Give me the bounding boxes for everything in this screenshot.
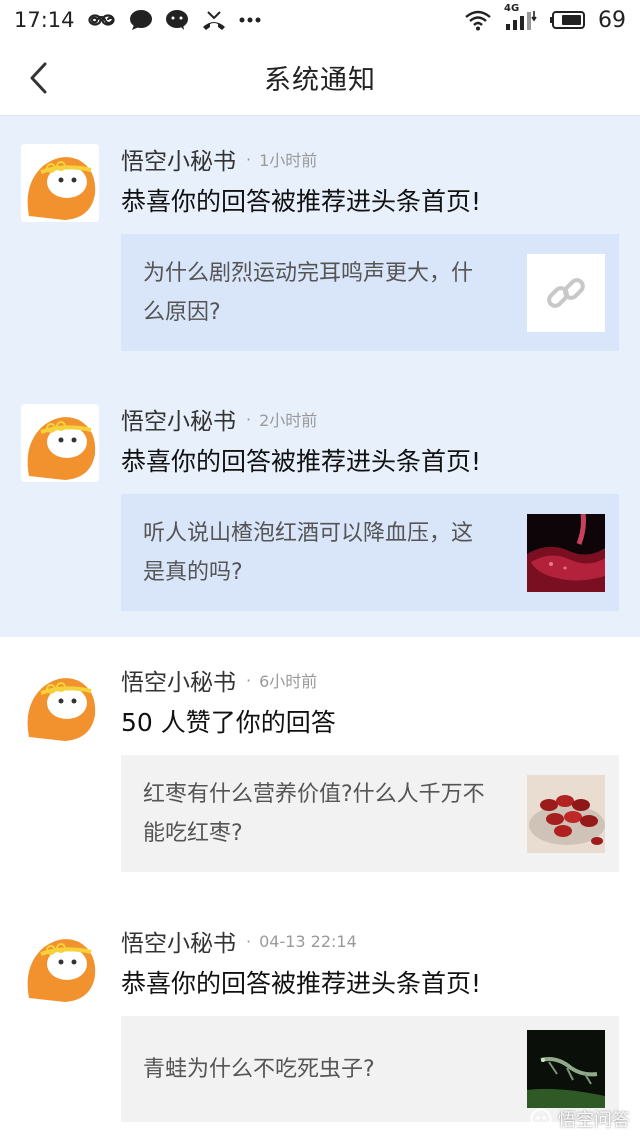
avatar[interactable]	[21, 144, 99, 222]
question-title: 为什么剧烈运动完耳鸣声更大，什么原因?	[143, 260, 474, 325]
notification-list: 悟空小秘书 · 1小时前 恭喜你的回答被推荐进头条首页! 为什么剧烈运动完耳鸣声…	[0, 116, 640, 1142]
status-bar-right: 4G 69	[464, 3, 626, 33]
question-card[interactable]: 为什么剧烈运动完耳鸣声更大，什么原因?	[121, 234, 619, 351]
page-title: 系统通知	[264, 65, 376, 96]
red-wine-photo	[527, 513, 605, 592]
battery-level: 69	[598, 7, 626, 33]
notification-headline: 恭喜你的回答被推荐进头条首页!	[121, 969, 482, 998]
monkey-mascot-icon	[21, 144, 99, 222]
link-icon	[547, 277, 585, 308]
question-card[interactable]: 红枣有什么营养价值?什么人千万不能吃红枣?	[121, 755, 619, 872]
status-bar-left: 17:14	[14, 8, 261, 32]
notification-item[interactable]: 悟空小秘书 · 1小时前 恭喜你的回答被推荐进头条首页! 为什么剧烈运动完耳鸣声…	[0, 116, 640, 376]
monkey-mascot-icon	[21, 926, 99, 1004]
watermark: 悟空问答	[530, 1106, 630, 1132]
missed-call-icon	[201, 9, 227, 31]
notification-headline: 恭喜你的回答被推荐进头条首页!	[121, 187, 482, 216]
notification-headline: 恭喜你的回答被推荐进头条首页!	[121, 447, 482, 476]
status-bar: 17:14 4G 69	[0, 0, 640, 40]
meta-separator: ·	[246, 409, 252, 429]
infinity-icon	[87, 12, 117, 28]
timestamp: 6小时前	[259, 672, 318, 691]
meta-separator: ·	[246, 670, 252, 690]
notification-item[interactable]: 悟空小秘书 · 2小时前 恭喜你的回答被推荐进头条首页! 听人说山楂泡红酒可以降…	[0, 376, 640, 637]
sender-name: 悟空小秘书	[121, 931, 236, 957]
sender-name: 悟空小秘书	[121, 670, 236, 696]
sender-name: 悟空小秘书	[121, 149, 236, 175]
meta-separator: ·	[246, 149, 252, 169]
timestamp: 04-13 22:14	[259, 931, 357, 951]
monkey-mascot-icon	[21, 665, 99, 743]
chat-bubble-icon	[129, 9, 153, 31]
message-icon	[165, 9, 189, 31]
wifi-icon	[464, 9, 492, 31]
question-thumbnail	[527, 253, 605, 332]
wukong-logo-icon	[530, 1108, 552, 1130]
monkey-mascot-icon	[21, 404, 99, 482]
signal-icon: 4G	[504, 3, 538, 31]
status-time: 17:14	[14, 8, 75, 32]
frog-photo	[527, 1030, 605, 1108]
back-button[interactable]	[18, 58, 58, 98]
watermark-text: 悟空问答	[558, 1110, 630, 1131]
timestamp: 1小时前	[259, 151, 318, 170]
question-title: 红枣有什么营养价值?什么人千万不能吃红枣?	[143, 781, 485, 846]
sender-name: 悟空小秘书	[121, 409, 236, 435]
question-thumbnail	[527, 513, 605, 592]
avatar[interactable]	[21, 926, 99, 1004]
battery-icon	[550, 10, 586, 30]
avatar[interactable]	[21, 404, 99, 482]
more-dots-icon	[239, 16, 261, 24]
question-thumbnail	[527, 1030, 605, 1108]
navigation-bar: 系统通知	[0, 40, 640, 116]
notification-item[interactable]: 悟空小秘书 · 6小时前 50 人赞了你的回答 红枣有什么营养价值?什么人千万不…	[0, 637, 640, 898]
red-dates-photo	[527, 774, 605, 853]
timestamp: 2小时前	[259, 411, 318, 430]
question-thumbnail	[527, 774, 605, 853]
question-title: 青蛙为什么不吃死虫子?	[143, 1056, 375, 1082]
question-card[interactable]: 听人说山楂泡红酒可以降血压，这是真的吗?	[121, 494, 619, 611]
avatar[interactable]	[21, 665, 99, 743]
notification-headline: 50 人赞了你的回答	[121, 708, 336, 737]
meta-separator: ·	[246, 931, 252, 951]
network-label: 4G	[504, 3, 520, 14]
chevron-left-icon	[30, 62, 47, 93]
question-title: 听人说山楂泡红酒可以降血压，这是真的吗?	[143, 520, 474, 585]
